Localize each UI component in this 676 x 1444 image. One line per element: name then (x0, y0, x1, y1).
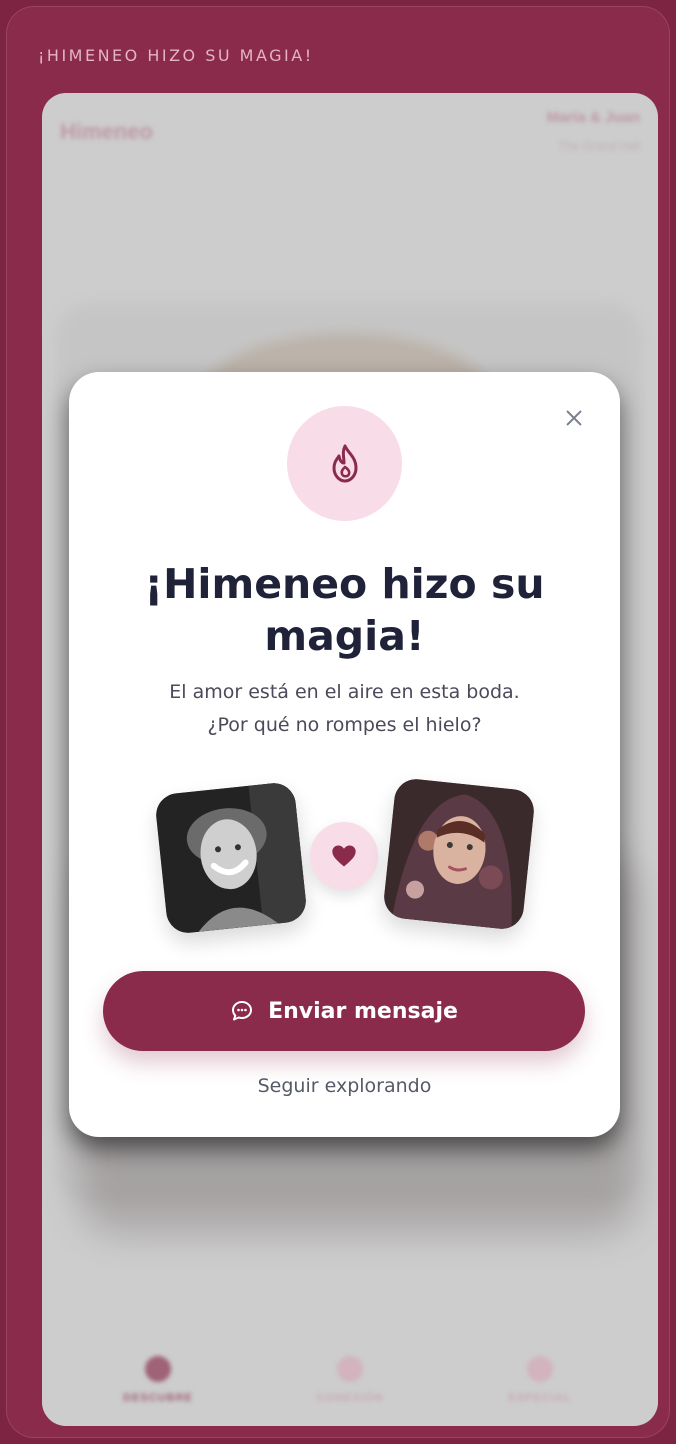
flame-badge (287, 406, 402, 521)
send-message-label: Enviar mensaje (268, 998, 458, 1024)
modal-title: ¡Himeneo hizo su magia! (144, 560, 545, 660)
subtitle-line-1: El amor está en el aire en esta boda. (169, 681, 520, 703)
keep-exploring-link[interactable]: Seguir explorando (69, 1075, 620, 1097)
subtitle-line-2: ¿Por qué no rompes el hielo? (207, 714, 482, 736)
send-message-button[interactable]: Enviar mensaje (103, 971, 585, 1051)
heart-badge (310, 822, 378, 890)
flame-icon (332, 444, 357, 482)
close-icon (566, 410, 582, 426)
match-photos (69, 772, 620, 942)
chat-bubble-icon (232, 1001, 253, 1021)
match-modal: ¡Himeneo hizo su magia! El amor está en … (69, 372, 620, 1137)
modal-subtitle: El amor está en el aire en esta boda. ¿P… (69, 676, 620, 742)
heart-icon (332, 845, 356, 867)
frame-title: ¡HIMENEO HIZO SU MAGIA! (38, 46, 314, 65)
close-button[interactable] (560, 404, 588, 432)
avatar-match (382, 777, 536, 931)
avatar-user (154, 781, 308, 935)
